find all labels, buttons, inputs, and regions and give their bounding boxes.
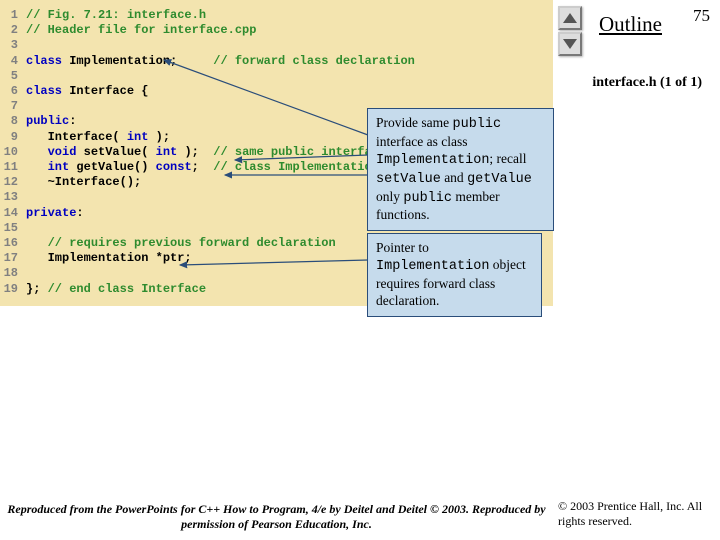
code-text: ); (148, 130, 170, 144)
code-keyword: public (26, 114, 69, 128)
code-comment: // Fig. 7.21: interface.h (26, 8, 206, 22)
code-text: setValue( (76, 145, 155, 159)
code-comment: // Header file for interface.cpp (26, 23, 256, 37)
line-gutter: 7 (0, 99, 26, 114)
file-subtitle: interface.h (1 of 1) (592, 75, 702, 91)
code-text: Implementation; (69, 54, 213, 68)
line-gutter: 15 (0, 221, 26, 236)
callout-mono: public (453, 117, 502, 132)
line-gutter: 16 (0, 236, 26, 251)
line-gutter: 4 (0, 54, 26, 69)
line-gutter: 19 (0, 282, 26, 297)
code-keyword: private (26, 206, 76, 220)
line-gutter: 8 (0, 114, 26, 129)
code-text: : (76, 206, 83, 220)
code-keyword: class (26, 54, 69, 68)
line-gutter: 3 (0, 38, 26, 53)
callout-mono: getValue (467, 172, 532, 187)
outline-heading: Outline (599, 12, 662, 37)
callout-mono: Implementation (376, 259, 489, 274)
code-text: Implementation *ptr; (26, 251, 192, 265)
callout-text: Provide same (376, 115, 453, 130)
line-gutter: 18 (0, 266, 26, 281)
callout-public-interface: Provide same public interface as class I… (367, 108, 554, 231)
code-comment: // requires previous forward declaration (48, 236, 336, 250)
callout-pointer: Pointer to Implementation object require… (367, 233, 542, 317)
callout-text: Pointer to (376, 240, 429, 255)
code-text: getValue() (69, 160, 155, 174)
code-text (26, 236, 48, 250)
line-gutter: 13 (0, 190, 26, 205)
callout-mono: setValue (376, 172, 441, 187)
code-comment: // end class Interface (48, 282, 206, 296)
code-keyword: void (48, 145, 77, 159)
code-keyword: int (48, 160, 70, 174)
callout-text: ; recall (489, 151, 526, 166)
line-gutter: 2 (0, 23, 26, 38)
callout-mono: public (403, 191, 452, 206)
code-comment: // forward class declaration (213, 54, 415, 68)
code-text: : (69, 114, 76, 128)
callout-text: interface as class (376, 134, 467, 149)
code-comment: // class Implementation (213, 160, 379, 174)
nav-prev-button[interactable] (558, 6, 582, 30)
code-text: ~Interface(); (26, 175, 141, 189)
nav-controls (558, 6, 586, 58)
code-text: Interface( (26, 130, 127, 144)
slide-number: 75 (693, 6, 710, 26)
code-text: Interface { (69, 84, 148, 98)
callout-text: only (376, 189, 403, 204)
callout-text: and (441, 170, 467, 185)
code-text (26, 145, 48, 159)
line-gutter: 14 (0, 206, 26, 221)
line-gutter: 12 (0, 175, 26, 190)
code-text: ); (177, 145, 213, 159)
code-text: ; (192, 160, 214, 174)
triangle-up-icon (563, 13, 577, 23)
line-gutter: 1 (0, 8, 26, 23)
code-keyword: int (127, 130, 149, 144)
reproduction-credit: Reproduced from the PowerPoints for C++ … (0, 502, 553, 532)
line-gutter: 10 (0, 145, 26, 160)
line-gutter: 17 (0, 251, 26, 266)
line-gutter: 9 (0, 130, 26, 145)
code-text: }; (26, 282, 48, 296)
line-gutter: 5 (0, 69, 26, 84)
callout-mono: Implementation (376, 153, 489, 168)
triangle-down-icon (563, 39, 577, 49)
code-keyword: class (26, 84, 69, 98)
nav-next-button[interactable] (558, 32, 582, 56)
code-keyword: const (156, 160, 192, 174)
line-gutter: 6 (0, 84, 26, 99)
line-gutter: 11 (0, 160, 26, 175)
code-text (26, 160, 48, 174)
copyright-text: © 2003 Prentice Hall, Inc. All rights re… (558, 499, 708, 530)
code-keyword: int (156, 145, 178, 159)
